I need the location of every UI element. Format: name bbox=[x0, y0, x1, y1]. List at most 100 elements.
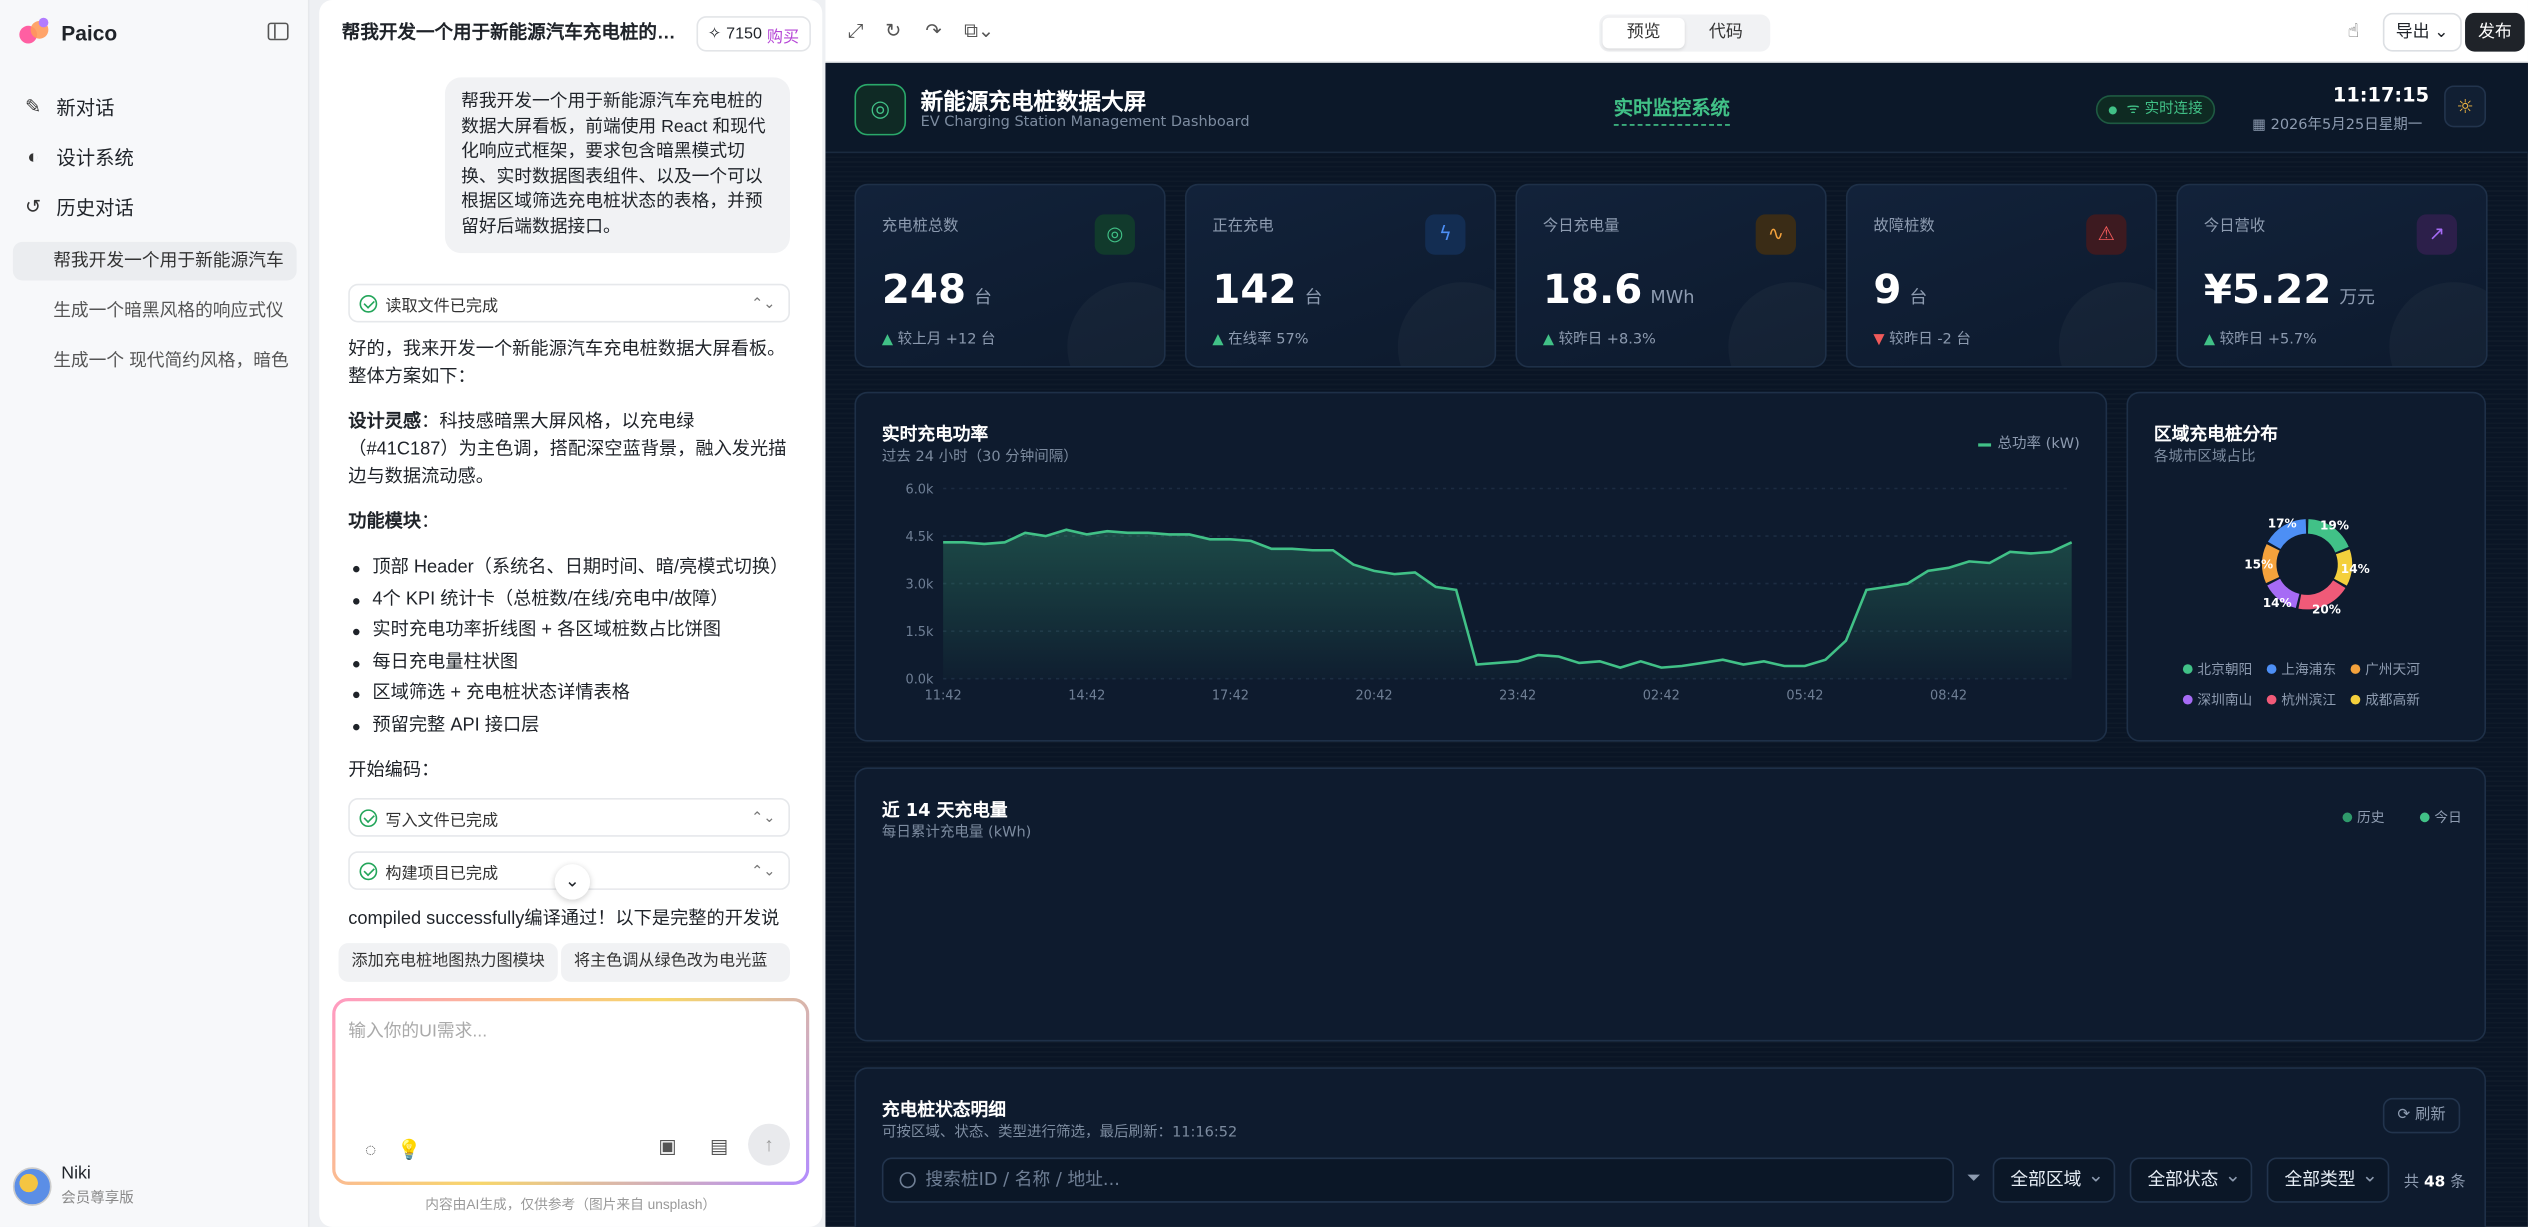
kpi-change-text: 在线率 57% bbox=[1228, 332, 1309, 349]
tab-preview[interactable]: 预览 bbox=[1602, 17, 1685, 49]
wifi-icon: ᯤ bbox=[2126, 101, 2140, 118]
suggestion-chip[interactable]: 添加充电桩地图热力图模块 bbox=[338, 943, 558, 982]
x-tick-label: 23:42 bbox=[1499, 689, 1536, 704]
history-item[interactable]: 生成一个 现代简约风格，暗色 bbox=[13, 342, 297, 381]
theme-toggle-button[interactable]: ☼ bbox=[2444, 85, 2487, 128]
pie-legend-item: 深圳南山 bbox=[2182, 690, 2253, 710]
chat-title: 帮我开发一个用于新能源汽车充电桩的数据... bbox=[341, 24, 687, 44]
station-table-panel: 充电桩状态明细 可按区域、状态、类型进行筛选，最后刷新：11:16:52 ⟳ 刷… bbox=[854, 1067, 2487, 1227]
list-item: 区域筛选 + 充电桩状态详情表格 bbox=[348, 679, 788, 710]
refresh-button[interactable]: ⟳ 刷新 bbox=[2382, 1097, 2461, 1134]
legend-label: 历史 bbox=[2357, 810, 2385, 828]
tab-code[interactable]: 代码 bbox=[1685, 18, 1767, 49]
compiled-text: compiled successfully编译通过！以下是完整的开发说 bbox=[348, 909, 780, 929]
legend-dot bbox=[2342, 812, 2353, 823]
kpi-change: ▼ 较昨日 -2 台 bbox=[1873, 327, 1971, 348]
kpi-number: 142 bbox=[1212, 266, 1297, 313]
count-value: 48 bbox=[2424, 1173, 2446, 1192]
pie-data-label: 19% bbox=[2320, 518, 2349, 532]
pointer-select-icon[interactable]: ☝ bbox=[2347, 19, 2359, 42]
start-coding-text: 开始编码： bbox=[348, 760, 440, 781]
region-filter-select[interactable]: 全部区域 bbox=[1992, 1154, 2116, 1203]
scroll-down-button[interactable]: ⌄ bbox=[554, 864, 591, 900]
buy-link[interactable]: 购买 bbox=[767, 22, 799, 46]
suggestion-chip[interactable]: 将主色调从绿色改为电光蓝 bbox=[561, 943, 790, 982]
avatar bbox=[12, 1166, 52, 1206]
pulse-icon: ∿ bbox=[1755, 214, 1796, 255]
kpi-card: 今日充电量 ∿ 18.6 MWh ▲ 较昨日 +8.3% bbox=[1515, 183, 1827, 368]
send-button[interactable]: ↑ bbox=[748, 1123, 790, 1166]
export-button[interactable]: 导出 ⌄ bbox=[2382, 12, 2462, 52]
redo-icon[interactable]: ↷ bbox=[925, 19, 941, 42]
history-item[interactable]: 生成一个暗黑风格的响应式仪 bbox=[13, 292, 297, 331]
expand-icon: ⌃⌄ bbox=[751, 861, 776, 878]
kpi-label: 充电桩总数 bbox=[881, 217, 959, 236]
pie-data-label: 17% bbox=[2268, 517, 2297, 531]
prompt-input[interactable]: 输入你的UI需求... ◌ 💡 ▣ ▤ ↑ bbox=[332, 998, 809, 1185]
status-filter-select[interactable]: 全部状态 bbox=[2129, 1154, 2253, 1203]
status-write-file[interactable]: 写入文件已完成 ⌃⌄ bbox=[348, 798, 790, 837]
expand-icon: ⌃⌄ bbox=[751, 808, 776, 825]
kpi-unit: 万元 bbox=[2339, 286, 2375, 308]
design-label: 设计灵感 bbox=[348, 412, 422, 433]
refresh-icon[interactable]: ↻ bbox=[885, 19, 901, 42]
preview-toolbar: ⤢ ↻ ↷ ⧉⌄ 预览 代码 ☝ 导出 ⌄ 发布 bbox=[825, 0, 2528, 63]
count-prefix: 共 bbox=[2403, 1173, 2420, 1192]
chat-panel: 帮我开发一个用于新能源汽车充电桩的数据... ✧ 7150 购买 帮我开发一个用… bbox=[319, 0, 823, 1227]
pie-data-label: 14% bbox=[2263, 596, 2292, 610]
device-switch-icon[interactable]: ⧉⌄ bbox=[964, 19, 994, 43]
kpi-unit: 台 bbox=[974, 286, 992, 308]
station-search-input[interactable]: 搜索桩ID / 名称 / 地址... bbox=[881, 1157, 1954, 1203]
kpi-number: 18.6 bbox=[1542, 266, 1643, 313]
nav-design-system[interactable]: ◐ 设计系统 bbox=[13, 135, 297, 177]
dashboard-header: ◎ 新能源充电桩数据大屏 EV Charging Station Managem… bbox=[825, 62, 2528, 154]
publish-button[interactable]: 发布 bbox=[2465, 12, 2525, 52]
kpi-value: 18.6 MWh bbox=[1543, 266, 1695, 313]
loop-icon[interactable]: ◌ bbox=[355, 1133, 387, 1165]
x-tick-label: 14:42 bbox=[1068, 689, 1105, 704]
x-tick-label: 17:42 bbox=[1212, 689, 1249, 704]
table-title: 充电桩状态明细 bbox=[881, 1099, 1007, 1121]
sparkle-icon: ✧ bbox=[707, 24, 722, 43]
nav-label: 历史对话 bbox=[56, 195, 134, 219]
kpi-number: ¥5.22 bbox=[2203, 266, 2332, 313]
list-item: 预留完整 API 接口层 bbox=[348, 710, 788, 741]
nav-label: 设计系统 bbox=[56, 145, 134, 169]
nav-new-chat[interactable]: ✎ 新对话 bbox=[13, 85, 297, 127]
power-area bbox=[943, 529, 2072, 679]
collapse-sidebar-icon[interactable] bbox=[267, 22, 289, 41]
trend-arrow-icon: ▲ bbox=[1212, 332, 1224, 349]
result-count: 共 48 条 bbox=[2404, 1169, 2466, 1192]
target-icon: ◎ bbox=[1094, 214, 1135, 255]
status-read-file[interactable]: 读取文件已完成 ⌃⌄ bbox=[348, 283, 790, 323]
history-icon: ↺ bbox=[24, 194, 42, 217]
pie-legend-item: 成都高新 bbox=[2350, 690, 2420, 709]
refresh-label: 刷新 bbox=[2415, 1105, 2446, 1124]
image-upload-icon[interactable]: ▣ bbox=[651, 1130, 683, 1162]
palette-icon: ◐ bbox=[27, 144, 39, 167]
app-logo[interactable]: Paico bbox=[19, 17, 117, 47]
kpi-value: 248 台 bbox=[882, 266, 992, 313]
kpi-change: ▲ 较昨日 +5.7% bbox=[2204, 327, 2317, 348]
daily-chart-title: 近 14 天充电量 bbox=[881, 799, 1008, 821]
expand-icon[interactable]: ⤢ bbox=[848, 19, 863, 43]
type-filter-select[interactable]: 全部类型 bbox=[2266, 1154, 2390, 1203]
user-message: 帮我开发一个用于新能源汽车充电桩的数据大屏看板，前端使用 React 和现代化响… bbox=[444, 77, 790, 254]
pie-legend-item: 北京朝阳 bbox=[2182, 659, 2252, 679]
live-connection-badge: ᯤ 实时连接 bbox=[2095, 95, 2216, 125]
history-item[interactable]: 帮我开发一个用于新能源汽车 bbox=[12, 241, 297, 281]
trend-arrow-icon: ▲ bbox=[881, 332, 894, 349]
legend-label: 深圳南山 bbox=[2197, 693, 2253, 710]
legend-dot bbox=[2266, 694, 2277, 705]
kpi-unit: 台 bbox=[1304, 286, 1323, 308]
user-profile[interactable]: Niki 会员尊享版 bbox=[12, 1164, 134, 1208]
nav-history[interactable]: ↺ 历史对话 bbox=[13, 185, 297, 227]
credits-badge[interactable]: ✧ 7150 购买 bbox=[696, 16, 811, 52]
attach-doc-icon[interactable]: ▤ bbox=[703, 1130, 735, 1162]
legend-label: 上海浦东 bbox=[2281, 662, 2337, 679]
trend-arrow-icon: ▲ bbox=[2203, 332, 2216, 349]
arrow-up-icon: ↑ bbox=[764, 1133, 774, 1156]
lightbulb-icon[interactable]: 💡 bbox=[393, 1133, 425, 1165]
x-tick-label: 02:42 bbox=[1643, 689, 1680, 704]
legend-label: 杭州滨江 bbox=[2281, 693, 2337, 710]
